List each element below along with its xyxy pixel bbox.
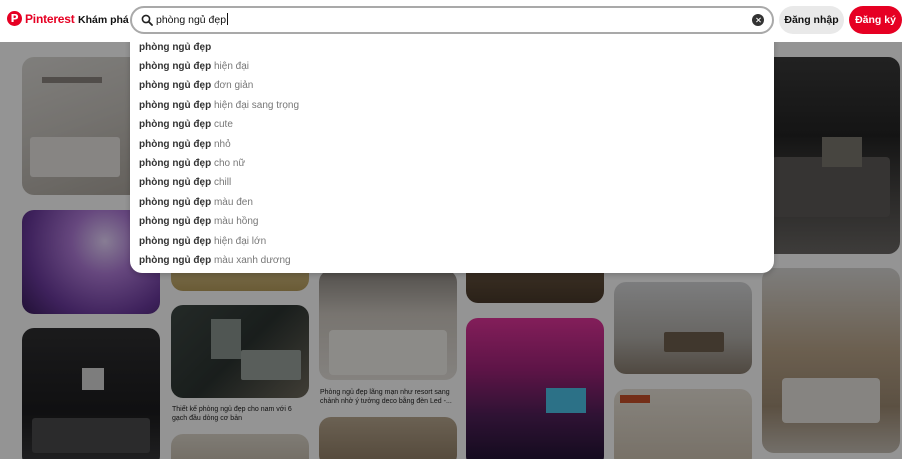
search-suggestions-dropdown: phòng ngủ đẹp phòng ngủ đẹp hiện đại phò… [130, 35, 774, 273]
suggestion-item[interactable]: phòng ngủ đẹp hiện đại sang trọng [139, 100, 299, 111]
clear-search-icon[interactable] [752, 14, 764, 26]
suggestion-item[interactable]: phòng ngủ đẹp hiện đại lớn [139, 236, 266, 247]
search-icon [141, 14, 153, 26]
suggestion-item[interactable]: phòng ngủ đẹp cute [139, 119, 233, 130]
text-caret [227, 13, 229, 25]
pinterest-logo[interactable]: P Pinterest [7, 11, 75, 26]
explore-link[interactable]: Khám phá [78, 14, 129, 26]
login-button[interactable]: Đăng nhập [779, 6, 844, 34]
search-query-text: phòng ngủ đẹp [156, 13, 229, 26]
suggestion-item[interactable]: phòng ngủ đẹp hiện đại [139, 61, 249, 72]
suggestion-item[interactable]: phòng ngủ đẹp [139, 42, 211, 53]
pinterest-logo-icon: P [7, 11, 22, 26]
suggestion-item[interactable]: phòng ngủ đẹp màu hồng [139, 216, 258, 227]
logo-text: Pinterest [25, 11, 75, 26]
suggestion-item[interactable]: phòng ngủ đẹp màu xanh dương [139, 255, 291, 266]
search-input[interactable]: phòng ngủ đẹp [130, 6, 774, 34]
suggestion-item[interactable]: phòng ngủ đẹp màu đen [139, 197, 253, 208]
suggestion-item[interactable]: phòng ngủ đẹp nhỏ [139, 139, 231, 150]
suggestion-item[interactable]: phòng ngủ đẹp đơn giản [139, 80, 253, 91]
suggestion-item[interactable]: phòng ngủ đẹp chill [139, 177, 231, 188]
suggestion-item[interactable]: phòng ngủ đẹp cho nữ [139, 158, 245, 169]
top-header: P Pinterest Khám phá phòng ngủ đẹp Đăng … [0, 0, 902, 42]
signup-button[interactable]: Đăng ký [849, 6, 902, 34]
